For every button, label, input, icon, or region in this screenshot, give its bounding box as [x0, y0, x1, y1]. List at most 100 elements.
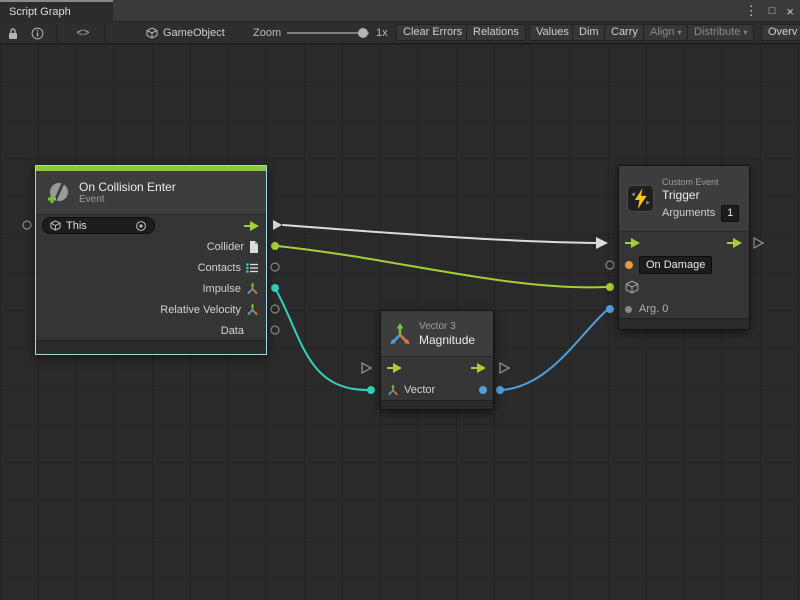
custom-event-icon — [627, 185, 654, 212]
wire-arrowhead — [596, 237, 608, 249]
node-header: Custom Event Trigger Arguments 1 — [619, 166, 749, 232]
node-header: Vector 3 Magnitude — [381, 311, 493, 357]
node-title: On Collision Enter — [79, 180, 176, 194]
zoom-label: Zoom — [253, 27, 281, 39]
port-row-arg0[interactable]: Arg. 0 — [619, 298, 749, 320]
graph-toolbar: <> GameObject Zoom 1x Clear Errors Relat… — [0, 22, 800, 44]
toolbar-separator — [104, 24, 105, 42]
port-marker[interactable] — [754, 238, 763, 248]
node-footer — [381, 400, 493, 409]
zoom-value: 1x — [376, 27, 388, 39]
node-header: On Collision Enter Event — [36, 171, 266, 215]
port-marker[interactable] — [273, 220, 282, 230]
info-icon[interactable] — [28, 26, 46, 40]
code-icon[interactable]: <> — [72, 26, 94, 40]
value-port[interactable] — [625, 306, 632, 313]
node-on-collision-enter[interactable]: On Collision Enter Event This — [35, 165, 267, 355]
port-marker[interactable] — [606, 305, 614, 313]
control-port-row — [381, 357, 493, 379]
port-marker[interactable] — [496, 386, 504, 394]
port-row-data[interactable]: Data — [36, 320, 266, 341]
port-marker[interactable] — [500, 363, 509, 373]
port-row-relative-velocity[interactable]: Relative Velocity — [36, 299, 266, 320]
node-footer — [619, 318, 749, 329]
overview-button[interactable]: Overv — [761, 24, 800, 41]
port-row-vector[interactable]: Vector — [381, 379, 493, 401]
vector3-icon — [387, 384, 399, 396]
control-input-port[interactable] — [387, 363, 403, 373]
cube-icon[interactable] — [625, 280, 639, 294]
menu-icon[interactable]: ⋮ — [745, 3, 758, 19]
port-marker[interactable] — [271, 284, 279, 292]
port-marker[interactable] — [271, 242, 279, 250]
arguments-count-field[interactable]: 1 — [721, 205, 739, 222]
control-output-port[interactable] — [727, 238, 743, 248]
document-icon — [249, 241, 259, 253]
port-row-this-and-control-out: This — [36, 215, 266, 236]
tab-strip: Script Graph ⋮ □ × — [0, 0, 800, 22]
carry-button[interactable]: Carry — [604, 24, 645, 41]
node-custom-event-trigger[interactable]: Custom Event Trigger Arguments 1 — [618, 165, 750, 330]
gameobject-target-chip[interactable]: GameObject — [146, 25, 225, 41]
port-row-collider[interactable]: Collider — [36, 236, 266, 257]
node-subtitle: Event — [79, 194, 176, 206]
port-marker[interactable] — [271, 305, 279, 313]
tab-title: Script Graph — [9, 6, 71, 18]
clear-errors-button[interactable]: Clear Errors — [396, 24, 469, 41]
list-icon — [246, 263, 259, 273]
close-icon[interactable]: × — [786, 4, 794, 19]
target-dropdown[interactable]: This — [42, 217, 155, 234]
zoom-slider-track[interactable] — [287, 32, 369, 34]
wire-collider-to-target[interactable] — [277, 246, 606, 287]
vector3-icon — [246, 303, 259, 316]
node-title: Magnitude — [419, 333, 475, 347]
node-type-label: Vector 3 — [419, 321, 475, 333]
dim-button[interactable]: Dim — [572, 24, 606, 41]
control-output-port[interactable] — [244, 221, 260, 231]
wire-control-flow[interactable] — [283, 225, 598, 243]
distribute-dropdown-button[interactable]: Distribute▾ — [687, 24, 754, 41]
port-marker[interactable] — [606, 261, 614, 269]
wire-magnitude-to-arg0[interactable] — [502, 310, 607, 390]
align-dropdown-button[interactable]: Align▾ — [643, 24, 688, 41]
cube-icon — [50, 220, 61, 231]
target-value: This — [66, 220, 87, 232]
node-vector3-magnitude[interactable]: Vector 3 Magnitude Vector — [380, 310, 494, 410]
control-input-port[interactable] — [625, 238, 641, 248]
toolbar-separator — [56, 24, 57, 42]
port-row-impulse[interactable]: Impulse — [36, 278, 266, 299]
chevron-down-icon: ▾ — [677, 28, 681, 37]
chevron-down-icon: ▾ — [743, 28, 747, 37]
event-name-field[interactable]: On Damage — [639, 256, 712, 274]
vector3-icon — [388, 321, 412, 347]
port-marker[interactable] — [362, 363, 371, 373]
port-marker[interactable] — [271, 263, 279, 271]
collision-event-icon — [45, 180, 71, 206]
cube-icon — [146, 27, 158, 39]
port-marker[interactable] — [271, 326, 279, 334]
port-row-contacts[interactable]: Contacts — [36, 257, 266, 278]
unity-graph-window: Script Graph ⋮ □ × <> GameObject Zoom 1x… — [0, 0, 800, 600]
node-footer — [36, 340, 266, 354]
tab-script-graph[interactable]: Script Graph — [0, 0, 113, 22]
port-marker[interactable] — [367, 386, 375, 394]
target-label: GameObject — [163, 27, 225, 39]
float-output-port[interactable] — [479, 386, 487, 394]
values-button[interactable]: Values — [529, 24, 576, 41]
control-port-row — [619, 232, 749, 254]
wire-impulse-to-vector[interactable] — [275, 288, 367, 390]
port-marker[interactable] — [606, 283, 614, 291]
lock-icon[interactable] — [4, 26, 22, 40]
port-row-event-name[interactable]: On Damage — [619, 254, 749, 276]
node-kind-label: Custom Event — [662, 176, 739, 188]
maximize-icon[interactable]: □ — [769, 5, 776, 17]
zoom-slider-handle[interactable] — [358, 28, 368, 38]
object-picker-icon[interactable] — [135, 220, 147, 232]
graph-canvas[interactable]: On Collision Enter Event This — [0, 44, 800, 600]
relations-button[interactable]: Relations — [466, 24, 526, 41]
string-port[interactable] — [625, 261, 633, 269]
arguments-label: Arguments — [662, 207, 715, 219]
port-row-target[interactable] — [619, 276, 749, 298]
port-marker[interactable] — [23, 221, 31, 229]
control-output-port[interactable] — [471, 363, 487, 373]
